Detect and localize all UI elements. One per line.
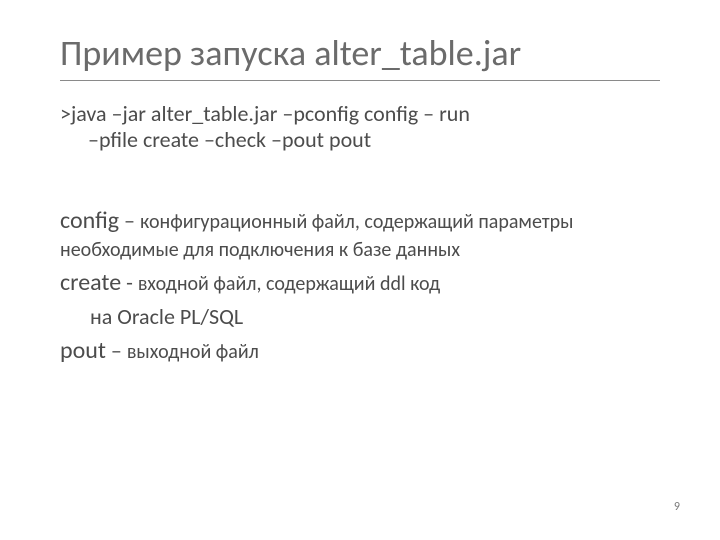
sep-pout: –	[106, 337, 127, 364]
desc-pout: pout – выходной файл	[60, 336, 660, 365]
text-create-2: на Oracle PL/SQL	[90, 303, 243, 330]
desc-create: create - входной файл, содержащий ddl ко…	[60, 268, 660, 297]
page-title: Пример запуска alter_table.jar	[60, 34, 660, 81]
command-line-1: >java –jar alter_table.jar –pconfig conf…	[60, 101, 660, 128]
slide: Пример запуска alter_table.jar >java –ja…	[0, 0, 720, 540]
slide-body: >java –jar alter_table.jar –pconfig conf…	[60, 101, 660, 366]
spacer	[60, 154, 660, 206]
text-create: входной файл, содержащий ddl код	[138, 272, 440, 296]
sep-create: -	[121, 269, 138, 296]
term-config: config	[60, 206, 119, 235]
desc-config: config – конфигурационный файл, содержащ…	[60, 206, 660, 262]
sep-config: –	[119, 207, 140, 234]
term-pout: pout	[60, 336, 106, 365]
term-create: create	[60, 268, 121, 297]
text-pout: выходной файл	[127, 340, 259, 364]
desc-create-line2: на Oracle PL/SQL	[90, 304, 660, 331]
command-line-2: –pfile create –check –pout pout	[88, 127, 660, 154]
page-number: 9	[674, 500, 680, 514]
